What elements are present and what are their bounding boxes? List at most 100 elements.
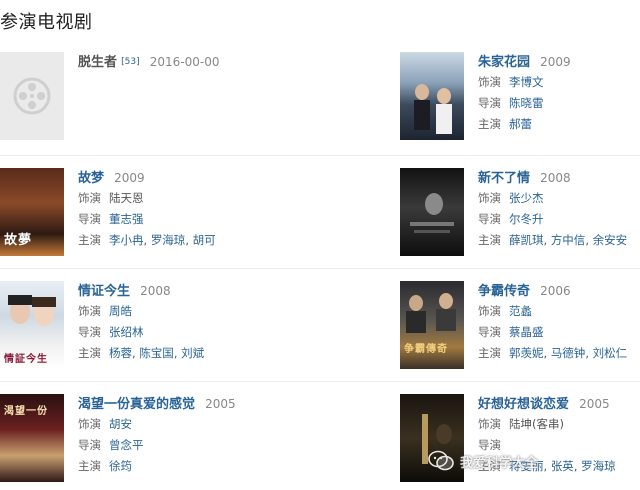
film-reel-icon: [13, 77, 51, 115]
role-value: 陆坤(客串): [509, 417, 564, 431]
drama-title[interactable]: 争霸传奇: [478, 284, 530, 299]
poster-figure-icon: [410, 193, 454, 233]
drama-card[interactable]: 情証今生 情证今生 2008 饰演 周皓 导演 张绍林 主演 杨蓉, 陈宝国, 刘斌: [0, 281, 240, 373]
cast-member[interactable]: 刘松仁: [593, 346, 628, 360]
cast-member[interactable]: 杨蓉: [109, 346, 132, 360]
drama-title[interactable]: 新不了情: [478, 171, 530, 186]
role-value[interactable]: 范蠡: [509, 304, 532, 318]
cast-label: 主演: [78, 233, 101, 247]
cast-member[interactable]: 郝蕾: [509, 117, 532, 131]
director-value[interactable]: 董志强: [109, 212, 144, 226]
drama-info: 故梦 2009 饰演 陆天恩 导演 董志强 主演 李小冉, 罗海琼, 胡可: [78, 171, 216, 247]
cast-member[interactable]: 马德钟: [551, 346, 586, 360]
cast-member[interactable]: 刘斌: [181, 346, 204, 360]
cast-label: 主演: [478, 346, 501, 360]
drama-year: 2009: [114, 171, 145, 185]
role-value[interactable]: 张少杰: [509, 191, 544, 205]
cast-member[interactable]: 李小冉: [109, 233, 144, 247]
cast-member[interactable]: 郭羡妮: [509, 346, 544, 360]
drama-poster[interactable]: 故夢: [0, 168, 64, 256]
role-value[interactable]: 周皓: [109, 304, 132, 318]
role-label: 饰演: [78, 417, 101, 431]
section-title: 参演电视剧: [0, 12, 93, 33]
cast-member[interactable]: 方中信: [551, 233, 586, 247]
cast-member[interactable]: 罗海琼: [151, 233, 186, 247]
wechat-icon: [428, 450, 454, 471]
drama-info: 脱生者 [53] 2016-00-00: [78, 52, 248, 72]
role-label: 饰演: [478, 191, 501, 205]
poster-title-text: 争霸傳奇: [404, 344, 448, 355]
drama-poster[interactable]: 情証今生: [0, 281, 64, 369]
director-label: 导演: [78, 212, 101, 226]
drama-poster[interactable]: 争霸傳奇: [400, 281, 464, 369]
row-divider: [0, 381, 640, 382]
director-value[interactable]: 陈晓雷: [509, 96, 544, 110]
drama-year: 2005: [205, 397, 236, 411]
poster-figures-icon: [414, 84, 452, 134]
drama-year: 2005: [579, 397, 610, 411]
role-label: 饰演: [478, 75, 501, 89]
cast-member[interactable]: 余安安: [593, 233, 628, 247]
role-value: 陆天恩: [109, 191, 144, 205]
drama-card[interactable]: 渴望一份 渴望一份真爱的感觉 2005 饰演 胡安 导演 曾念平 主演 徐筠: [0, 394, 240, 486]
filmography-page: 参演电视剧 脱生者 [53] 2016-00-00 朱家花园 2009 饰演 李…: [0, 0, 640, 490]
drama-card[interactable]: 争霸傳奇 争霸传奇 2006 饰演 范蠡 导演 蔡晶盛 主演 郭羡妮, 马德钟, 刘松…: [400, 281, 640, 373]
row-divider: [0, 268, 640, 269]
drama-title[interactable]: 故梦: [78, 171, 104, 186]
cast-member[interactable]: 胡可: [193, 233, 216, 247]
director-label: 导演: [478, 212, 501, 226]
drama-info: 朱家花园 2009 饰演 李博文 导演 陈晓雷 主演 郝蕾: [478, 52, 640, 135]
drama-year: 2006: [540, 284, 571, 298]
drama-year: 2008: [540, 171, 571, 185]
cast-label: 主演: [478, 233, 501, 247]
drama-year: 2009: [540, 55, 571, 69]
director-label: 导演: [78, 325, 101, 339]
director-value[interactable]: 尔冬升: [509, 212, 544, 226]
director-value[interactable]: 蔡晶盛: [509, 325, 544, 339]
watermark-text: 我爱科学大全: [460, 455, 539, 471]
drama-info: 争霸传奇 2006 饰演 范蠡 导演 蔡晶盛 主演 郭羡妮, 马德钟, 刘松仁: [478, 284, 628, 360]
drama-year: 2008: [140, 284, 171, 298]
role-value[interactable]: 李博文: [509, 75, 544, 89]
role-label: 饰演: [478, 417, 501, 431]
cast-member[interactable]: 陈宝国: [139, 346, 174, 360]
reference-badge[interactable]: [53]: [121, 57, 139, 67]
drama-title[interactable]: 情证今生: [78, 284, 130, 299]
poster-title-text: 故夢: [4, 233, 33, 248]
drama-poster[interactable]: 渴望一份: [0, 394, 64, 482]
cast-member[interactable]: 薛凯琪: [509, 233, 544, 247]
drama-info: 渴望一份真爱的感觉 2005 饰演 胡安 导演 曾念平 主演 徐筠: [78, 394, 248, 477]
director-value[interactable]: 曾念平: [109, 438, 144, 452]
poster-title-text: 情証今生: [4, 354, 48, 365]
drama-year: 2016-00-00: [149, 55, 220, 69]
drama-title[interactable]: 渴望一份真爱的感觉: [78, 397, 195, 412]
drama-card[interactable]: 脱生者 [53] 2016-00-00: [0, 52, 240, 144]
row-divider: [0, 155, 640, 156]
poster-title-text: 渴望一份: [4, 406, 48, 417]
drama-title[interactable]: 朱家花园: [478, 55, 530, 70]
role-value[interactable]: 胡安: [109, 417, 132, 431]
drama-info: 情证今生 2008 饰演 周皓 导演 张绍林 主演 杨蓉, 陈宝国, 刘斌: [78, 284, 205, 360]
poster-warriors-icon: [406, 293, 456, 333]
drama-card[interactable]: 朱家花园 2009 饰演 李博文 导演 陈晓雷 主演 郝蕾: [400, 52, 640, 144]
drama-info: 新不了情 2008 饰演 张少杰 导演 尔冬升 主演 薛凯琪, 方中信, 余安安: [478, 171, 628, 247]
poster-placeholder[interactable]: [0, 52, 64, 140]
cast-member[interactable]: 徐筠: [109, 459, 132, 473]
drama-title[interactable]: 好想好想谈恋爱: [478, 397, 569, 412]
drama-card[interactable]: 新不了情 2008 饰演 张少杰 导演 尔冬升 主演 薛凯琪, 方中信, 余安安: [400, 168, 640, 260]
drama-card[interactable]: 故夢 故梦 2009 饰演 陆天恩 导演 董志强 主演 李小冉, 罗海琼, 胡可: [0, 168, 240, 260]
director-label: 导演: [478, 325, 501, 339]
cast-label: 主演: [78, 346, 101, 360]
director-value[interactable]: 张绍林: [109, 325, 144, 339]
drama-poster[interactable]: [400, 52, 464, 140]
director-label: 导演: [78, 438, 101, 452]
watermark: 我爱科学大全: [428, 438, 640, 484]
role-label: 饰演: [78, 191, 101, 205]
drama-poster[interactable]: [400, 168, 464, 256]
director-label: 导演: [478, 96, 501, 110]
role-label: 饰演: [478, 304, 501, 318]
role-label: 饰演: [78, 304, 101, 318]
cast-label: 主演: [478, 117, 501, 131]
cast-label: 主演: [78, 459, 101, 473]
drama-title[interactable]: 脱生者: [78, 55, 117, 70]
